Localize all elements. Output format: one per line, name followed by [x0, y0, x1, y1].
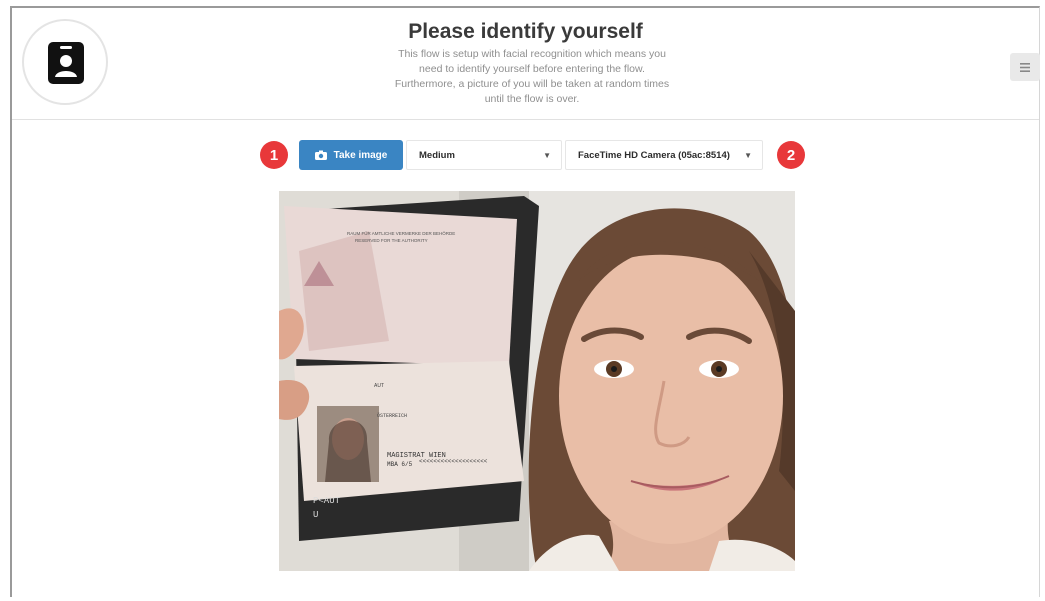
quality-select-value: Medium — [419, 149, 455, 161]
hamburger-menu-icon — [1020, 62, 1030, 72]
passport-authority-code: MBA 6/5 — [387, 461, 413, 468]
camera-preview: RAUM FÜR AMTLICHE VERMERKE DER BEHÖRDE R… — [279, 191, 795, 571]
camera-select-value: FaceTime HD Camera (05ac:8514) — [578, 149, 730, 161]
description-line: This flow is setup with facial recogniti… — [398, 48, 666, 60]
passport-mrz-fragment: <<<<<<<<<<<<<<<<<<< — [419, 458, 488, 465]
passport-nationality: ÖSTERREICH — [377, 412, 407, 419]
page-title: Please identify yourself — [408, 20, 643, 43]
passport-authority-line-1: RAUM FÜR AMTLICHE VERMERKE DER BEHÖRDE — [347, 230, 455, 236]
camera-preview-image: RAUM FÜR AMTLICHE VERMERKE DER BEHÖRDE R… — [279, 191, 795, 571]
description-line: Furthermore, a picture of you will be ta… — [394, 78, 670, 90]
camera-icon — [314, 150, 327, 160]
chevron-down-icon: ▼ — [744, 151, 752, 160]
chevron-down-icon: ▼ — [543, 151, 551, 160]
description-line: need to identify yourself before enterin… — [419, 63, 645, 75]
take-image-button[interactable]: Take image — [299, 140, 403, 170]
id-badge-icon — [48, 42, 84, 84]
passport-country: AUT — [374, 383, 384, 389]
passport-authority-line-2: RESERVED FOR THE AUTHORITY — [355, 238, 428, 243]
page-header: Please identify yourself This flow is se… — [12, 8, 1040, 120]
camera-select[interactable]: FaceTime HD Camera (05ac:8514) ▼ — [565, 140, 763, 170]
take-image-label: Take image — [333, 149, 388, 161]
description-line: until the flow is over. — [484, 93, 580, 105]
quality-select[interactable]: Medium ▼ — [406, 140, 562, 170]
page-description: This flow is setup with facial recogniti… — [352, 47, 712, 107]
menu-button[interactable] — [1010, 53, 1040, 81]
app-window: Please identify yourself This flow is se… — [10, 6, 1040, 597]
passport-mrz-line-1: P<AUT — [313, 496, 341, 506]
step-badge-2: 2 — [777, 141, 805, 169]
step-badge-1: 1 — [260, 141, 288, 169]
passport-mrz-line-2: U — [313, 510, 318, 520]
